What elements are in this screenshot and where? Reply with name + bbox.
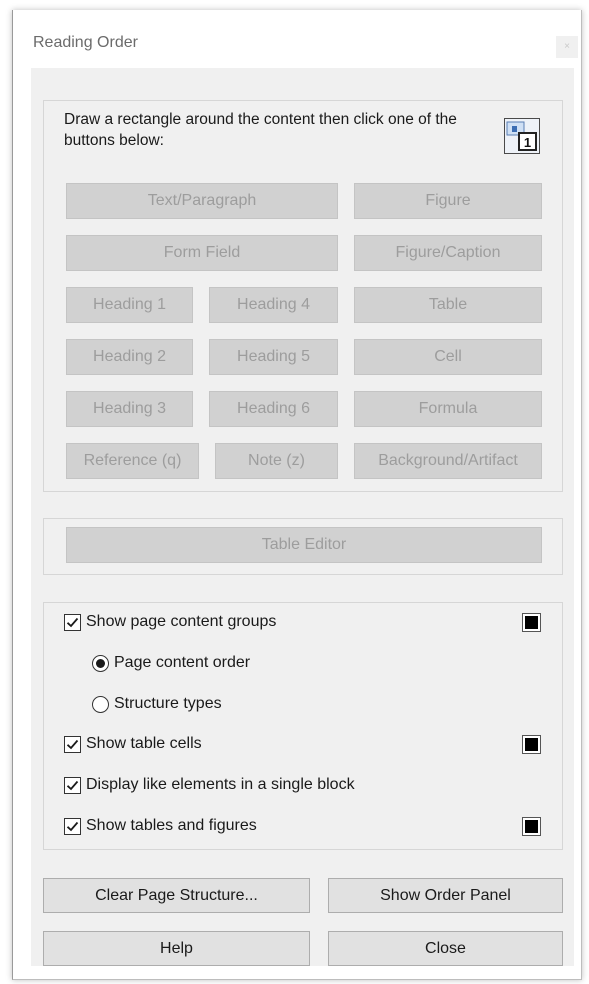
note-button[interactable]: Note (z) — [215, 443, 338, 479]
display-like-elements-checkbox[interactable]: Display like elements in a single block — [64, 776, 355, 794]
figure-button[interactable]: Figure — [354, 183, 542, 219]
table-button[interactable]: Table — [354, 287, 542, 323]
display-options-group: Show page content groups Page content or… — [43, 602, 563, 850]
heading-5-button[interactable]: Heading 5 — [209, 339, 338, 375]
heading-6-button[interactable]: Heading 6 — [209, 391, 338, 427]
page-content-order-label: Page content order — [114, 654, 251, 671]
heading-4-button[interactable]: Heading 4 — [209, 287, 338, 323]
close-button[interactable]: Close — [328, 931, 563, 966]
clear-page-structure-button[interactable]: Clear Page Structure... — [43, 878, 310, 913]
text-paragraph-button[interactable]: Text/Paragraph — [66, 183, 338, 219]
form-field-button[interactable]: Form Field — [66, 235, 338, 271]
reading-order-dialog: Reading Order × Draw a rectangle around … — [12, 10, 582, 980]
swatch-fill — [525, 820, 538, 833]
groups-color-swatch[interactable] — [522, 613, 541, 632]
show-table-cells-checkbox[interactable]: Show table cells — [64, 735, 202, 753]
cell-button[interactable]: Cell — [354, 339, 542, 375]
dialog-title: Reading Order — [33, 34, 138, 51]
radio-selected-icon — [92, 654, 109, 672]
show-table-cells-label: Show table cells — [86, 735, 202, 752]
table-editor-group: Table Editor — [43, 518, 563, 575]
show-tables-figures-label: Show tables and figures — [86, 817, 257, 834]
title-bar: Reading Order × — [13, 10, 581, 68]
help-button[interactable]: Help — [43, 931, 310, 966]
show-order-panel-button[interactable]: Show Order Panel — [328, 878, 563, 913]
formula-button[interactable]: Formula — [354, 391, 542, 427]
checkbox-checked-icon — [64, 735, 81, 753]
structure-types-label: Structure types — [114, 695, 222, 712]
heading-1-button[interactable]: Heading 1 — [66, 287, 193, 323]
svg-text:1: 1 — [524, 135, 531, 150]
checkbox-checked-icon — [64, 817, 81, 835]
cells-color-swatch[interactable] — [522, 735, 541, 754]
background-artifact-button[interactable]: Background/Artifact — [354, 443, 542, 479]
show-page-content-groups-label: Show page content groups — [86, 613, 277, 630]
close-icon[interactable]: × — [556, 36, 578, 58]
reference-button[interactable]: Reference (q) — [66, 443, 199, 479]
table-editor-button[interactable]: Table Editor — [66, 527, 542, 563]
instructions-text: Draw a rectangle around the content then… — [64, 111, 457, 149]
swatch-fill — [525, 738, 538, 751]
dialog-content: Draw a rectangle around the content then… — [31, 68, 574, 966]
draw-rectangle-icon[interactable]: 1 — [504, 118, 540, 154]
checkbox-checked-icon — [64, 613, 81, 631]
heading-2-button[interactable]: Heading 2 — [66, 339, 193, 375]
show-page-content-groups-checkbox[interactable]: Show page content groups — [64, 613, 276, 631]
show-tables-figures-checkbox[interactable]: Show tables and figures — [64, 817, 257, 835]
tables-figures-color-swatch[interactable] — [522, 817, 541, 836]
structure-types-radio[interactable]: Structure types — [92, 695, 222, 713]
swatch-fill — [525, 616, 538, 629]
checkbox-checked-icon — [64, 776, 81, 794]
tag-buttons-group: Draw a rectangle around the content then… — [43, 100, 563, 492]
radio-unselected-icon — [92, 695, 109, 713]
display-like-elements-label: Display like elements in a single block — [86, 776, 355, 793]
figure-caption-button[interactable]: Figure/Caption — [354, 235, 542, 271]
heading-3-button[interactable]: Heading 3 — [66, 391, 193, 427]
page-content-order-radio[interactable]: Page content order — [92, 654, 250, 672]
